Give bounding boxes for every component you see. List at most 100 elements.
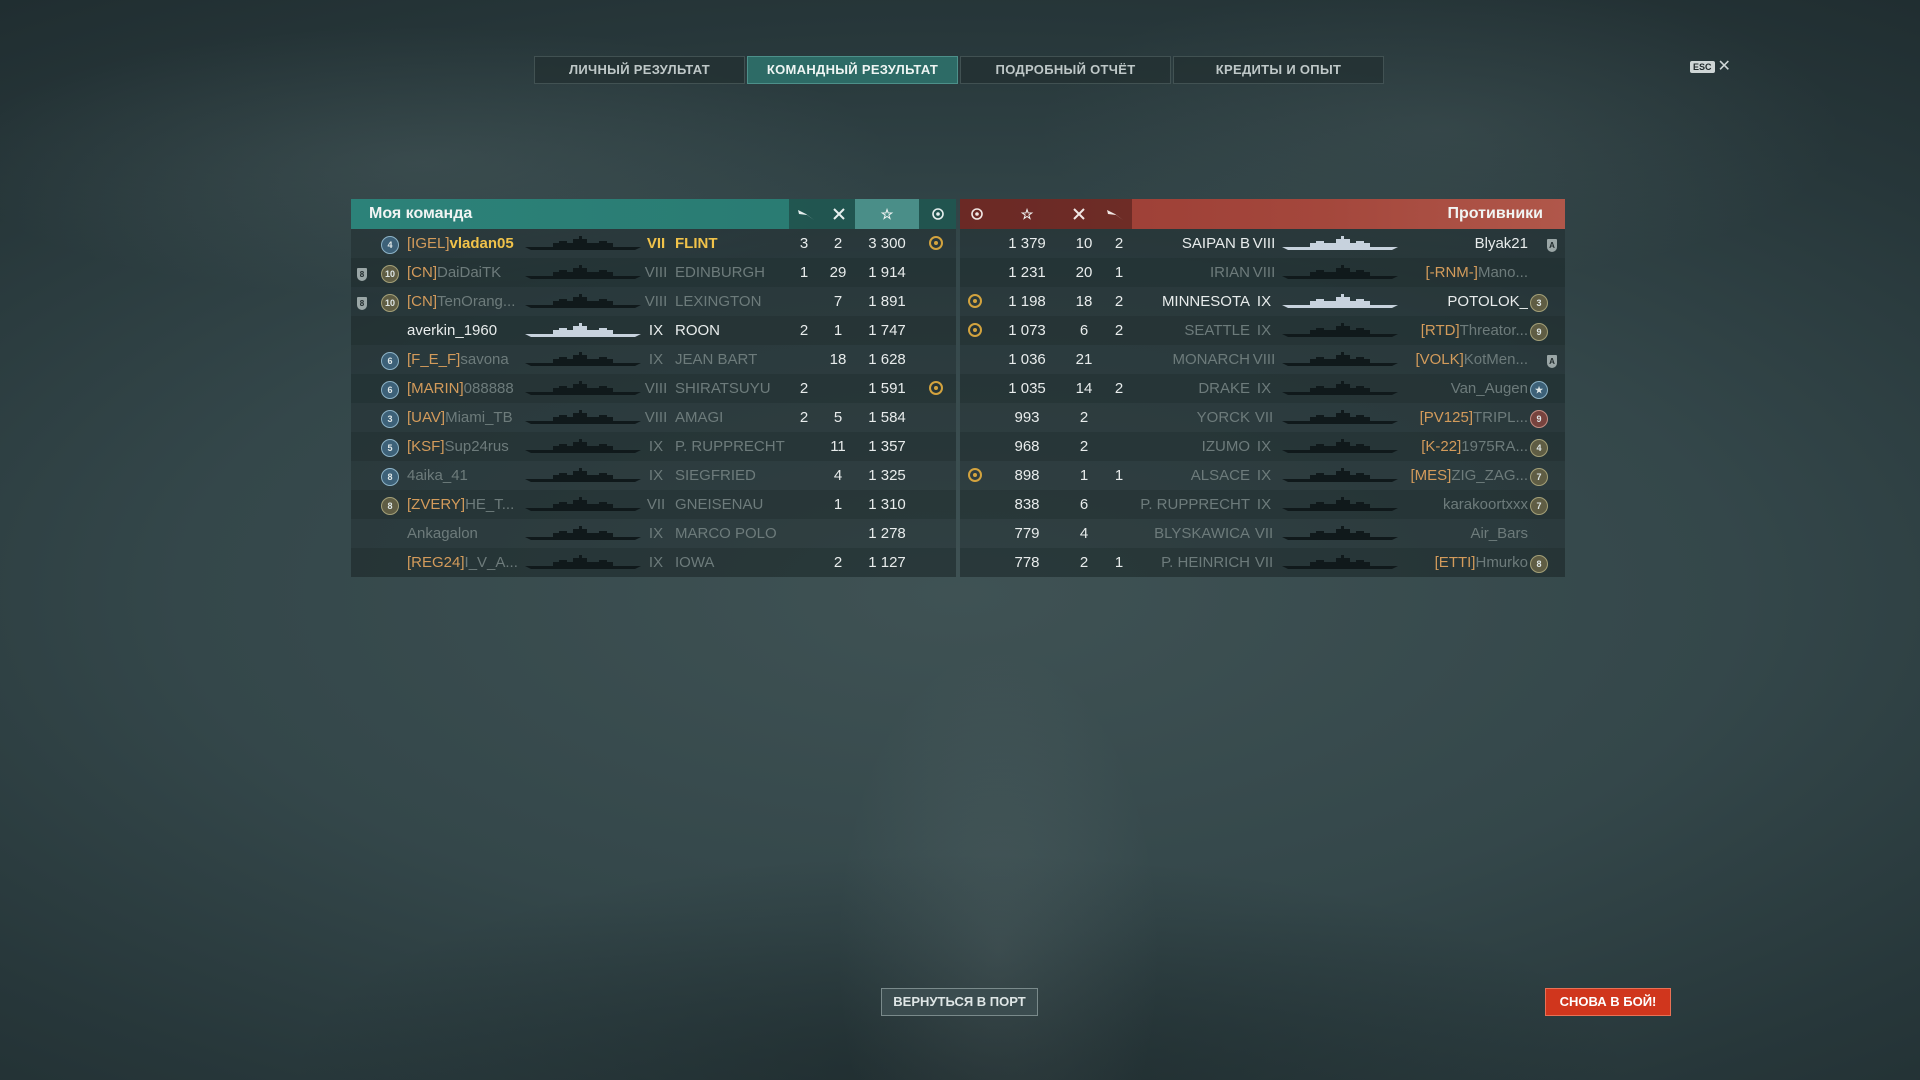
player-row[interactable]: 8 10 [CN]DaiDaiTK VIII EDINBURGH 1 29 1 914: [351, 258, 956, 287]
player-name[interactable]: Blyak21: [1406, 229, 1528, 258]
player-row[interactable]: 838 6 P. RUPPRECHT IX karakoortxxx 7: [960, 490, 1565, 519]
player-name[interactable]: averkin_1960: [407, 316, 519, 345]
player-name[interactable]: [ETTI]Hmurko: [1406, 548, 1528, 577]
player-name[interactable]: [IGEL]vladan05: [407, 229, 519, 258]
player-name[interactable]: POTOLOK_: [1406, 287, 1528, 316]
player-row[interactable]: 778 2 1 P. HEINRICH VII [ETTI]Hmurko 8: [960, 548, 1565, 577]
player-row[interactable]: 3 [UAV]Miami_TB VIII AMAGI 2 5 1 584: [351, 403, 956, 432]
player-name[interactable]: Van_Augen: [1406, 374, 1528, 403]
star-icon[interactable]: ☆: [994, 199, 1060, 229]
base-xp: 1 357: [868, 438, 906, 455]
planes-destroyed: [789, 548, 819, 577]
player-row[interactable]: 1 198 18 2 MINNESOTA IX POTOLOK_ 3: [960, 287, 1565, 316]
player-row[interactable]: 898 1 1 ALSACE IX [MES]ZIG_ZAG... 7: [960, 461, 1565, 490]
ship-tier: IX: [648, 438, 664, 455]
rank-cell: 7: [1530, 461, 1552, 490]
division-cell: A: [1547, 229, 1561, 258]
player-row[interactable]: 779 4 BLYSKAWICA VII Air_Bars: [960, 519, 1565, 548]
player-row[interactable]: averkin_1960 IX ROON 2 1 1 747: [351, 316, 956, 345]
ship-tier: IX: [648, 467, 664, 484]
player-row[interactable]: Ankagalon IX MARCO POLO 1 278: [351, 519, 956, 548]
plane-kill-icon[interactable]: [1098, 199, 1132, 229]
return-to-port-button[interactable]: ВЕРНУТЬСЯ В ПОРТ: [881, 988, 1038, 1016]
player-row[interactable]: [REG24]I_V_A... IX IOWA 2 1 127: [351, 548, 956, 577]
ships-destroyed: 14: [1075, 380, 1093, 397]
player-row[interactable]: 968 2 IZUMO IX [K-22]1975RA... 4: [960, 432, 1565, 461]
enemy-team-header: ☆ Противники: [960, 199, 1565, 229]
frag-icon[interactable]: [1060, 199, 1098, 229]
player-name[interactable]: [K-22]1975RA...: [1406, 432, 1528, 461]
base-xp: 779: [1014, 525, 1040, 542]
base-xp: 1 584: [868, 409, 906, 426]
ship-name: SEATTLE: [1184, 322, 1250, 339]
player-name[interactable]: [-RNM-]Mano...: [1406, 258, 1528, 287]
star-icon[interactable]: ☆: [855, 199, 919, 229]
player-name[interactable]: [PV125]TRIPL...: [1406, 403, 1528, 432]
player-row[interactable]: 1 379 10 2 SAIPAN B VIII Blyak21 A: [960, 229, 1565, 258]
rank-badge: 6: [381, 381, 399, 399]
player-nickname: TenOrang...: [437, 293, 516, 310]
player-name[interactable]: karakoortxxx: [1406, 490, 1528, 519]
planes-destroyed: 2: [799, 322, 809, 339]
ship-tier: VII: [646, 235, 666, 252]
tab-team-result[interactable]: КОМАНДНЫЙ РЕЗУЛЬТАТ: [747, 56, 958, 84]
player-row[interactable]: 6 [MARIN]088888 VIII SHIRATSUYU 2 1 591: [351, 374, 956, 403]
laurel-icon[interactable]: [919, 199, 956, 229]
player-name[interactable]: [KSF]Sup24rus: [407, 432, 519, 461]
ships-destroyed: 6: [1079, 322, 1089, 339]
player-row[interactable]: 1 035 14 2 DRAKE IX Van_Augen ★: [960, 374, 1565, 403]
ship-silhouette-icon: [525, 526, 641, 540]
player-row[interactable]: 1 073 6 2 SEATTLE IX [RTD]Threator... 9: [960, 316, 1565, 345]
player-name[interactable]: 4aika_41: [407, 461, 519, 490]
player-name[interactable]: [UAV]Miami_TB: [407, 403, 519, 432]
player-name[interactable]: [ZVERY]HE_T...: [407, 490, 519, 519]
plane-kill-icon[interactable]: [789, 199, 823, 229]
player-row[interactable]: 4 [IGEL]vladan05 VII FLINT 3 2 3 300: [351, 229, 956, 258]
player-name[interactable]: [MARIN]088888: [407, 374, 519, 403]
player-name[interactable]: Air_Bars: [1406, 519, 1528, 548]
player-row[interactable]: 5 [KSF]Sup24rus IX P. RUPPRECHT 11 1 357: [351, 432, 956, 461]
battle-again-button[interactable]: СНОВА В БОЙ!: [1545, 988, 1671, 1016]
player-row[interactable]: 6 [F_E_F]savona IX JEAN BART 18 1 628: [351, 345, 956, 374]
player-row[interactable]: 1 036 21 MONARCH VIII [VOLK]KotMen... A: [960, 345, 1565, 374]
player-name[interactable]: [F_E_F]savona: [407, 345, 519, 374]
ship-silhouette: [523, 258, 643, 287]
close-button[interactable]: ESC ✕: [1690, 58, 1731, 75]
laurel-icon[interactable]: [960, 199, 994, 229]
my-team-panel: Моя команда ☆ 4 [IGEL]vladan05 VII FLINT 3 2 3…: [351, 199, 956, 577]
player-name[interactable]: Ankagalon: [407, 519, 519, 548]
medal-icon: [968, 294, 982, 308]
ship-silhouette-icon: [1282, 265, 1398, 279]
player-name[interactable]: [RTD]Threator...: [1406, 316, 1528, 345]
player-nickname: 1975RA...: [1461, 438, 1528, 455]
medal-icon: [968, 468, 982, 482]
player-nickname: DaiDaiTK: [437, 264, 502, 281]
tab-detailed-report[interactable]: ПОДРОБНЫЙ ОТЧЁТ: [960, 56, 1171, 84]
ship-name: P. HEINRICH: [1161, 554, 1250, 571]
rank-cell: 9: [1530, 316, 1552, 345]
player-name[interactable]: [REG24]I_V_A...: [407, 548, 519, 577]
player-name[interactable]: [CN]DaiDaiTK: [407, 258, 519, 287]
base-xp: 1 891: [868, 293, 906, 310]
player-nickname: Air_Bars: [1470, 525, 1528, 542]
base-xp: 1 127: [868, 554, 906, 571]
ship-silhouette-icon: [525, 352, 641, 366]
ships-destroyed: 2: [1079, 438, 1089, 455]
player-row[interactable]: 8 4aika_41 IX SIEGFRIED 4 1 325: [351, 461, 956, 490]
player-name[interactable]: [MES]ZIG_ZAG...: [1406, 461, 1528, 490]
player-name[interactable]: [VOLK]KotMen...: [1406, 345, 1528, 374]
tab-credits-xp[interactable]: КРЕДИТЫ И ОПЫТ: [1173, 56, 1384, 84]
tab-personal-result[interactable]: ЛИЧНЫЙ РЕЗУЛЬТАТ: [534, 56, 745, 84]
ship-tier: IX: [648, 351, 664, 368]
player-row[interactable]: 1 231 20 1 IRIAN VIII [-RNM-]Mano...: [960, 258, 1565, 287]
ship-silhouette-icon: [1282, 352, 1398, 366]
ship-silhouette: [1280, 461, 1402, 490]
ships-destroyed: 4: [833, 467, 843, 484]
close-icon: ✕: [1717, 58, 1731, 75]
player-row[interactable]: 8 [ZVERY]HE_T... VII GNEISENAU 1 1 310: [351, 490, 956, 519]
frag-icon[interactable]: [823, 199, 855, 229]
player-row[interactable]: 993 2 YORCK VII [PV125]TRIPL... 9: [960, 403, 1565, 432]
player-name[interactable]: [CN]TenOrang...: [407, 287, 519, 316]
player-row[interactable]: 8 10 [CN]TenOrang... VIII LEXINGTON 7 1 891: [351, 287, 956, 316]
ship-silhouette-icon: [525, 265, 641, 279]
